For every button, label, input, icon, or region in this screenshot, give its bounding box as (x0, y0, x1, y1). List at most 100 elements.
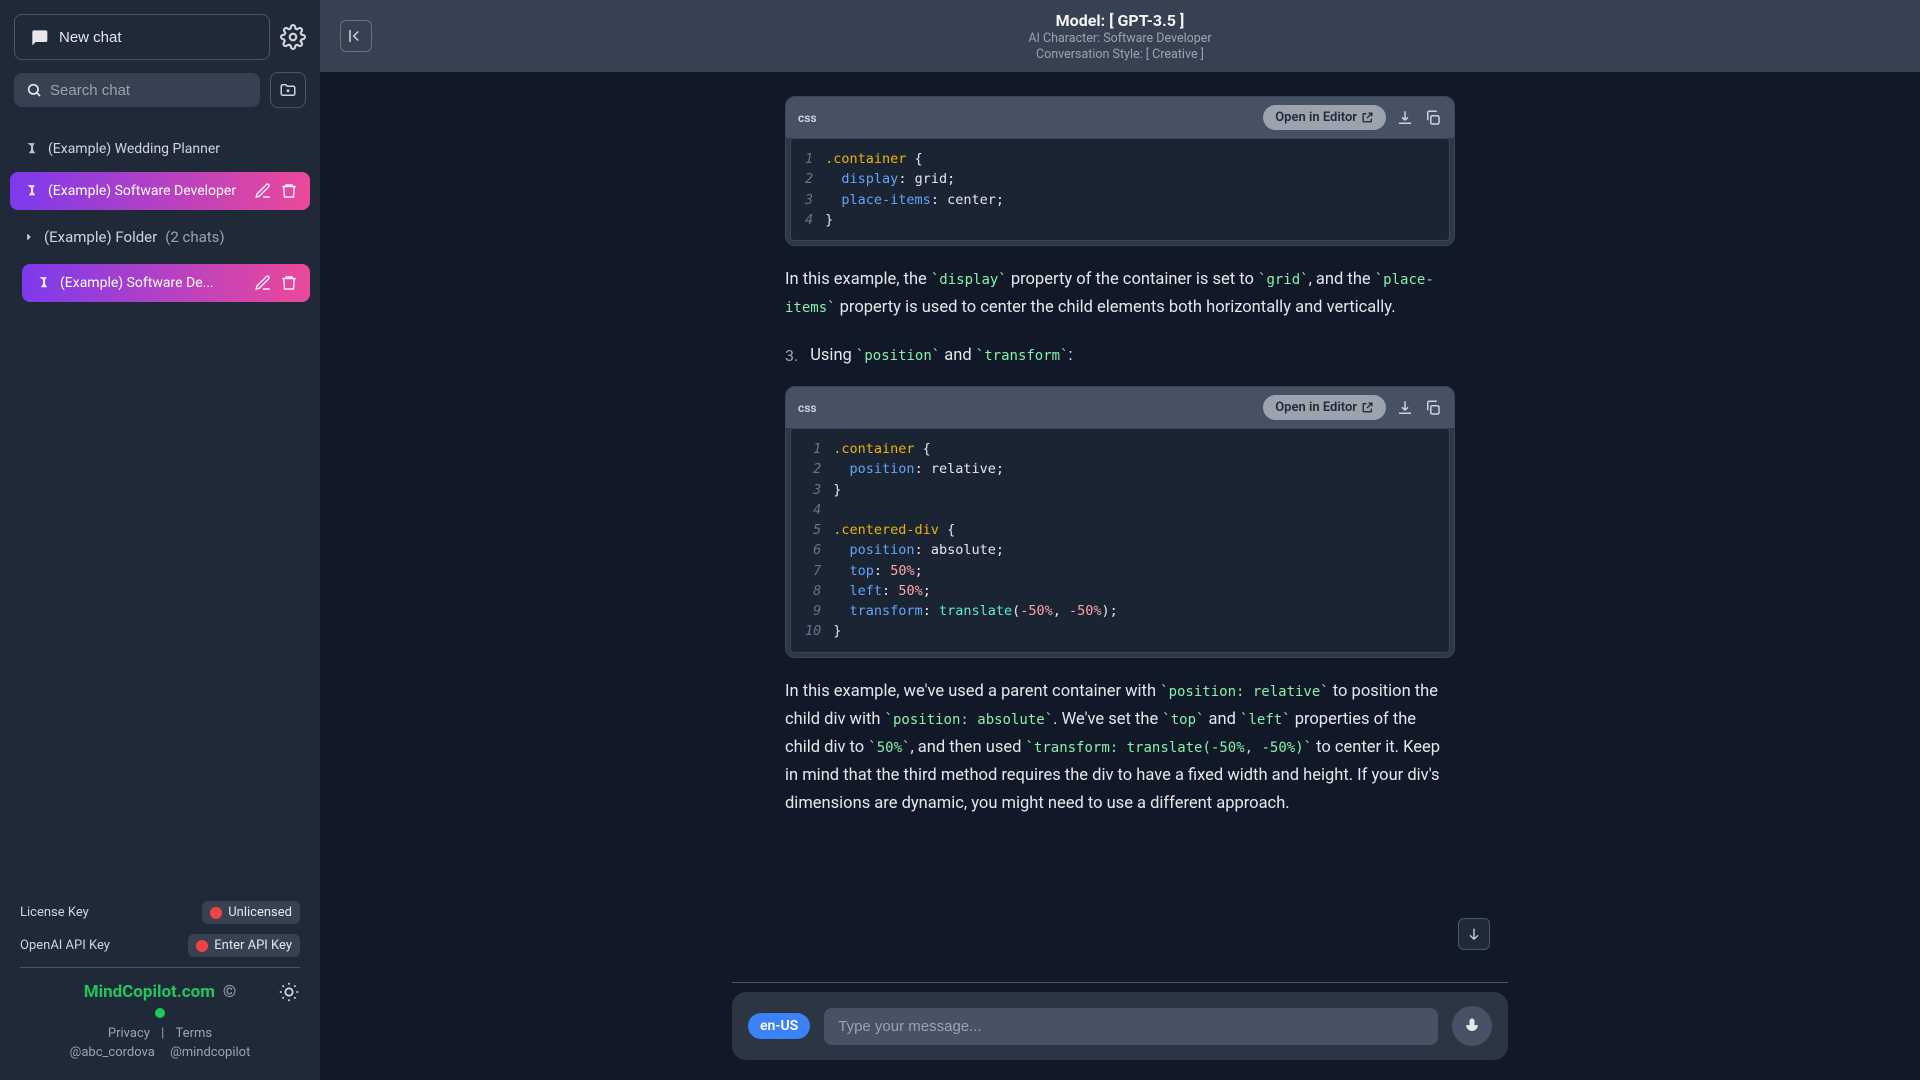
inline-code: `position: relative` (1160, 684, 1329, 700)
code-block-2: css Open in Editor 12345678910 .containe… (785, 386, 1455, 658)
code-content: .container { position: relative; } .cent… (833, 439, 1435, 642)
mic-button[interactable] (1452, 1006, 1492, 1046)
sidebar-bottom: License Key Unlicensed OpenAI API Key En… (0, 889, 320, 1080)
chat-list: (Example) Wedding Planner (Example) Soft… (0, 122, 320, 889)
pin-icon (34, 274, 52, 292)
new-chat-row: New chat (14, 14, 306, 60)
code-body[interactable]: 12345678910 .container { position: relat… (790, 428, 1450, 653)
search-input[interactable] (50, 82, 248, 99)
language-pill[interactable]: en-US (748, 1013, 810, 1039)
code-block-1: css Open in Editor 1234 .container { dis… (785, 96, 1455, 246)
brand-row: MindCopilot.com © (20, 982, 300, 1002)
content[interactable]: css Open in Editor 1234 .container { dis… (320, 72, 1920, 1080)
chat-item-label: (Example) Wedding Planner (48, 141, 298, 157)
new-folder-button[interactable] (270, 72, 306, 108)
delete-icon[interactable] (280, 274, 298, 292)
folder-item[interactable]: (Example) Folder (2 chats) (10, 218, 310, 256)
topbar: Model: [ GPT-3.5 ] AI Character: Softwar… (320, 0, 1920, 72)
topbar-info: Model: [ GPT-3.5 ] AI Character: Softwar… (372, 11, 1868, 62)
style-label: Conversation Style: [ Creative ] (372, 47, 1868, 62)
line-numbers: 1234 (805, 149, 825, 230)
code-header: css Open in Editor (786, 387, 1454, 428)
brand-name[interactable]: MindCopilot.com (84, 982, 215, 1002)
chat-item-label: (Example) Software Developer (48, 183, 246, 199)
code-lang: css (798, 401, 817, 415)
open-editor-label: Open in Editor (1275, 110, 1357, 125)
arrow-down-icon (1466, 926, 1482, 942)
sidebar: New chat (Example) Wedding Planner (Exam… (0, 0, 320, 1080)
model-label: Model: [ GPT-3.5 ] (372, 11, 1868, 30)
folder-plus-icon (279, 81, 297, 99)
theme-toggle-icon[interactable] (278, 981, 300, 1003)
sep: | (161, 1026, 164, 1041)
delete-icon[interactable] (280, 182, 298, 200)
paragraph-2: In this example, we've used a parent con… (785, 678, 1455, 818)
license-row: License Key Unlicensed (20, 901, 300, 924)
alert-dot-icon (210, 907, 222, 919)
copy-icon[interactable] (1424, 109, 1442, 127)
api-badge-text: Enter API Key (214, 938, 292, 953)
inline-code: `transform: translate(-50%, -50%)` (1025, 740, 1312, 756)
sidebar-top: New chat (0, 0, 320, 122)
edit-icon[interactable] (254, 182, 272, 200)
license-badge-text: Unlicensed (228, 905, 292, 920)
copy-icon[interactable] (1424, 399, 1442, 417)
inline-code: `position` (856, 348, 940, 364)
download-icon[interactable] (1396, 109, 1414, 127)
api-badge[interactable]: Enter API Key (188, 934, 300, 957)
inline-code: `50%` (868, 740, 910, 756)
main: Model: [ GPT-3.5 ] AI Character: Softwar… (320, 0, 1920, 1080)
new-chat-label: New chat (59, 29, 122, 46)
list-item-3: 3. Using `position` and `transform`: (785, 342, 1455, 370)
scroll-down-button[interactable] (1458, 918, 1490, 950)
license-label: License Key (20, 905, 89, 920)
code-body[interactable]: 1234 .container { display: grid; place-i… (790, 138, 1450, 241)
chat-item-wedding[interactable]: (Example) Wedding Planner (10, 130, 310, 168)
api-label: OpenAI API Key (20, 938, 110, 953)
terms-link[interactable]: Terms (176, 1026, 213, 1041)
folder-contents: (Example) Software De... (10, 264, 310, 302)
inline-code: `left` (1240, 712, 1291, 728)
alert-dot-icon (196, 940, 208, 952)
chat-item-label: (Example) Software De... (60, 275, 246, 291)
list-number: 3. (785, 342, 798, 370)
collapse-sidebar-button[interactable] (340, 20, 372, 52)
handle-1[interactable]: @abc_cordova (70, 1045, 155, 1060)
line-numbers: 12345678910 (805, 439, 833, 642)
open-editor-button[interactable]: Open in Editor (1263, 105, 1386, 130)
open-editor-button[interactable]: Open in Editor (1263, 395, 1386, 420)
license-badge[interactable]: Unlicensed (202, 901, 300, 924)
inline-code: `grid` (1258, 272, 1309, 288)
api-row: OpenAI API Key Enter API Key (20, 934, 300, 957)
chat-item-folder-software[interactable]: (Example) Software De... (22, 264, 310, 302)
paragraph-1: In this example, the `display` property … (785, 266, 1455, 322)
new-chat-button[interactable]: New chat (14, 14, 270, 60)
mic-icon (1462, 1016, 1482, 1036)
search-row (14, 72, 306, 108)
inline-code: `position: absolute` (885, 712, 1054, 728)
settings-icon[interactable] (280, 24, 306, 50)
code-lang: css (798, 111, 817, 125)
brand-copy: © (223, 982, 236, 1002)
folder-label: (Example) Folder (44, 228, 157, 246)
message-input[interactable] (824, 1008, 1438, 1045)
open-editor-label: Open in Editor (1275, 400, 1357, 415)
chat-bubble-icon (29, 27, 49, 47)
divider (20, 967, 300, 968)
edit-icon[interactable] (254, 274, 272, 292)
search-box[interactable] (14, 73, 260, 107)
handle-2[interactable]: @mindcopilot (170, 1045, 250, 1060)
download-icon[interactable] (1396, 399, 1414, 417)
chat-item-software-active[interactable]: (Example) Software Developer (10, 172, 310, 210)
inline-code: `transform` (976, 348, 1069, 364)
chevron-right-icon (22, 230, 36, 244)
footer-links: Privacy | Terms (20, 1026, 300, 1041)
handles: @abc_cordova @mindcopilot (20, 1045, 300, 1060)
character-label: AI Character: Software Developer (372, 31, 1868, 46)
folder-count: (2 chats) (165, 228, 224, 246)
status-dot-icon (155, 1008, 165, 1018)
external-link-icon (1361, 401, 1374, 414)
privacy-link[interactable]: Privacy (108, 1026, 150, 1041)
pin-icon (22, 140, 40, 158)
search-icon (26, 81, 42, 99)
